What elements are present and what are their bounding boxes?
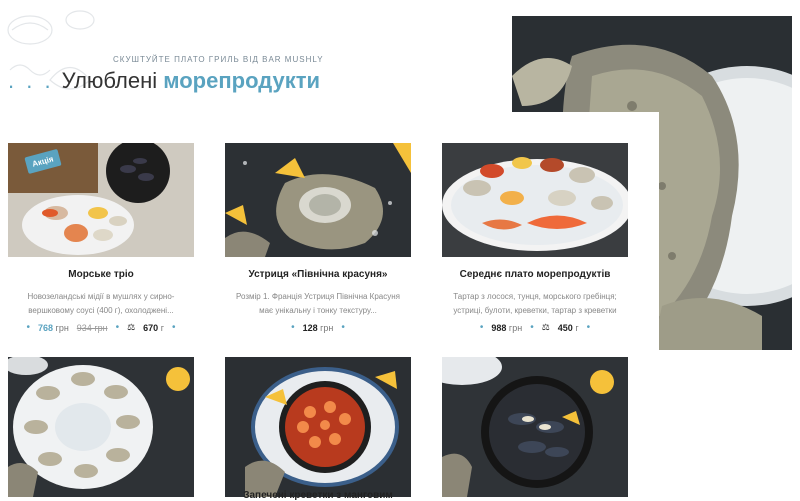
price-currency: грн — [508, 322, 523, 333]
price-value: 128 — [302, 322, 318, 333]
weight-icon: ⚖ — [127, 322, 136, 332]
product-name[interactable]: Запечені креветки з манговим — [225, 490, 411, 501]
product-image[interactable] — [442, 143, 628, 257]
product-name[interactable]: Устриця «Північна красуня» — [225, 269, 411, 280]
price-currency: грн — [320, 322, 334, 333]
product-image[interactable]: Акція — [8, 143, 194, 257]
product-price: 768 грн — [38, 323, 69, 333]
title-plain: Улюблені — [61, 68, 158, 93]
product-image[interactable] — [225, 143, 411, 257]
product-card[interactable] — [8, 357, 194, 497]
product-weight: 670 г — [143, 323, 164, 333]
product-image[interactable] — [442, 357, 628, 497]
bullet-icon: • — [479, 322, 484, 333]
section-title: . . . Улюблені морепродукти — [8, 68, 320, 94]
bullet-icon: • — [530, 322, 534, 333]
bullet-icon: • — [291, 322, 295, 333]
product-price: 128 грн — [303, 323, 334, 333]
bullet-icon: • — [115, 322, 120, 333]
seafood-sketch-decoration — [7, 10, 95, 90]
product-card[interactable]: Устриця «Північна красуня» Розмір 1. Фра… — [225, 143, 411, 333]
bullet-icon: • — [172, 322, 176, 333]
product-meta: • 768 грн 934 грн • ⚖ 670 г • — [8, 322, 194, 333]
product-name[interactable]: Середнє плато морепродуктів — [442, 269, 628, 280]
weight-unit: г — [160, 322, 165, 333]
product-meta: • 128 грн • — [225, 322, 411, 333]
bullet-icon: • — [341, 322, 345, 333]
product-card[interactable] — [225, 357, 411, 497]
old-price: 934 грн — [76, 322, 108, 333]
product-image[interactable] — [8, 357, 194, 497]
bullet-icon: • — [586, 322, 591, 333]
title-accent: морепродукти — [163, 68, 320, 93]
product-meta: • 988 грн • ⚖ 450 г • — [442, 322, 628, 333]
price-currency: грн — [55, 322, 69, 333]
price-value: 768 — [37, 322, 54, 333]
weight-icon: ⚖ — [541, 322, 550, 332]
product-card[interactable]: Середнє плато морепродуктів Тартар з лос… — [442, 143, 628, 333]
section-kicker: Скуштуйте плато гриль від bar mushly — [113, 55, 324, 64]
product-price: 988 грн — [491, 323, 522, 333]
bullet-icon: • — [26, 322, 30, 333]
weight-value: 450 — [557, 322, 573, 333]
price-value: 988 — [491, 322, 507, 333]
product-description: Тартар з лосося, тунця, морського гребін… — [453, 292, 617, 315]
title-dots: . . . — [8, 68, 54, 93]
product-card[interactable]: Акція Морське тріо Новозеландські мідії … — [8, 143, 194, 333]
product-image[interactable] — [225, 357, 411, 497]
product-description: Новозеландські мідії в мушлях у сирно-ве… — [27, 292, 175, 315]
weight-unit: г — [575, 322, 579, 333]
product-description: Розмір 1. Франція Устриця Північна Красу… — [236, 292, 400, 315]
product-card[interactable] — [442, 357, 628, 497]
product-name[interactable]: Морське тріо — [8, 269, 194, 280]
product-weight: 450 г — [558, 323, 579, 333]
weight-value: 670 — [143, 322, 159, 333]
